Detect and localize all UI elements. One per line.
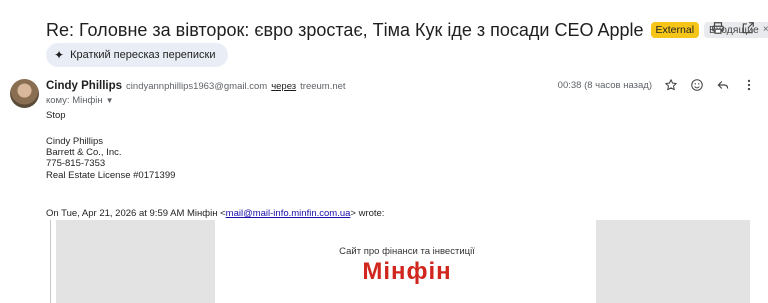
newsletter-tagline: Сайт про фінанси та інвестиції bbox=[339, 246, 475, 257]
chevron-down-icon: ▼ bbox=[105, 96, 114, 105]
newsletter-logo[interactable]: Мінфін bbox=[277, 258, 537, 286]
signature-name: Cindy Phillips bbox=[46, 136, 104, 147]
quote-header-prefix: On Tue, Apr 21, 2026 at 9:59 AM Мінфін < bbox=[46, 208, 226, 219]
top-actions bbox=[710, 20, 756, 36]
quoted-message: Сайт про фінанси та інвестиції Мінфін bbox=[50, 220, 768, 303]
quote-sender-email-link[interactable]: mail@mail-info.minfin.com.ua bbox=[226, 208, 351, 219]
sender-email: cindyannphillips1963@gmail.com bbox=[126, 81, 268, 92]
star-icon[interactable] bbox=[664, 78, 678, 92]
reply-icon[interactable] bbox=[716, 78, 730, 92]
newsletter-image-placeholder-right bbox=[596, 220, 750, 303]
message-time: 00:38 (8 часов назад) bbox=[557, 79, 652, 91]
external-label: External bbox=[650, 22, 700, 38]
email-subject: Re: Головне за вівторок: євро зростає, Т… bbox=[46, 19, 644, 40]
quote-header-suffix: > wrote: bbox=[350, 208, 385, 219]
quote-header: On Tue, Apr 21, 2026 at 9:59 AM Мінфін <… bbox=[46, 208, 384, 219]
sender-name[interactable]: Cindy Phillips bbox=[46, 80, 122, 92]
more-vert-icon[interactable] bbox=[742, 78, 756, 92]
via-domain: treeum.net bbox=[300, 81, 346, 92]
open-in-new-window-icon[interactable] bbox=[740, 20, 756, 36]
signature-phone: 775-815-7353 bbox=[46, 158, 106, 169]
newsletter-image-placeholder-left bbox=[56, 220, 215, 303]
summarize-thread-label: Краткий пересказ переписки bbox=[70, 49, 216, 61]
subject-row: Re: Головне за вівторок: євро зростає, Т… bbox=[46, 18, 768, 42]
print-icon[interactable] bbox=[710, 20, 726, 36]
remove-label-button[interactable]: × bbox=[763, 24, 768, 36]
sender-line: Cindy Phillips cindyannphillips1963@gmai… bbox=[46, 80, 346, 92]
message-body-line: Stop bbox=[46, 110, 66, 121]
summarize-thread-button[interactable]: ✦ Краткий пересказ переписки bbox=[46, 43, 228, 67]
avatar[interactable] bbox=[10, 79, 39, 108]
emoji-reaction-icon[interactable] bbox=[690, 78, 704, 92]
signature-company: Barrett & Co., Inc. bbox=[46, 147, 122, 158]
recipient-line: кому: Мінфін bbox=[46, 95, 103, 106]
recipient-details-toggle[interactable]: кому: Мінфін ▼ bbox=[46, 95, 114, 106]
message-actions: 00:38 (8 часов назад) bbox=[558, 78, 756, 92]
sparkle-icon: ✦ bbox=[54, 48, 65, 62]
signature-license: Real Estate License #0171399 bbox=[46, 170, 176, 181]
via-link[interactable]: через bbox=[271, 81, 296, 92]
